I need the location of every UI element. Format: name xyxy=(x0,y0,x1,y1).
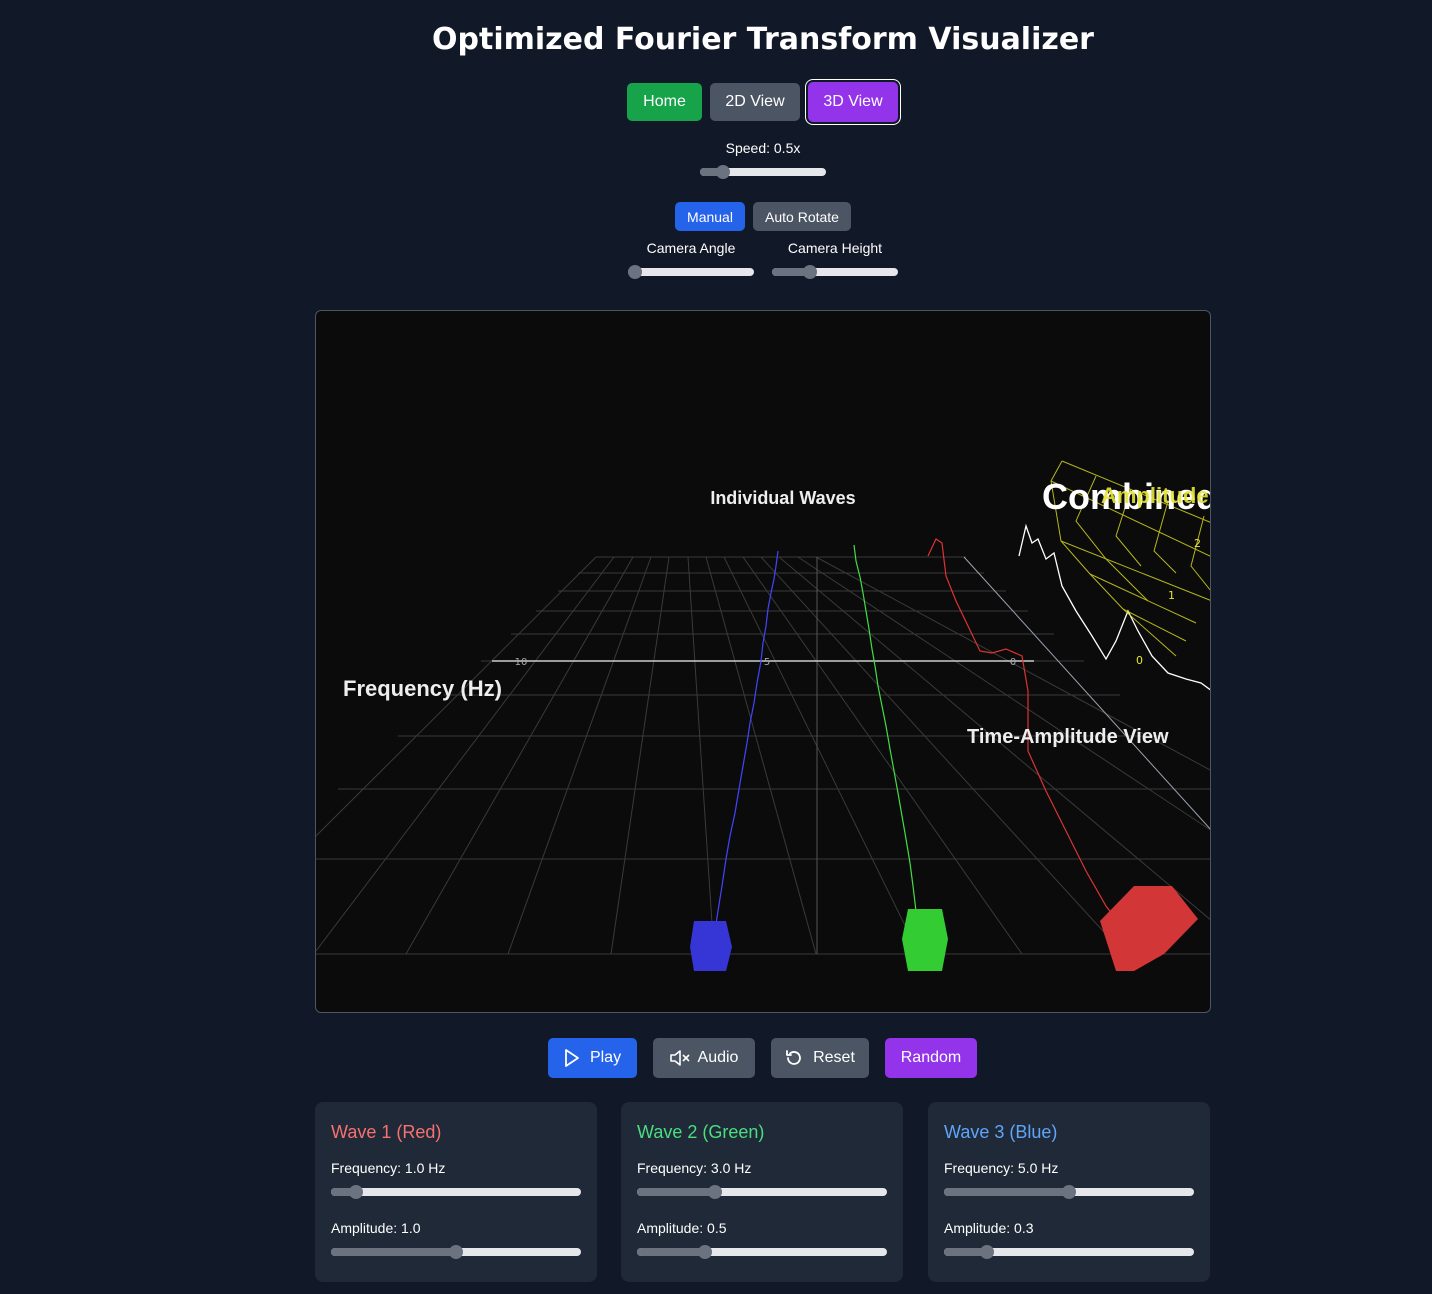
amplitude-label: Amplitude xyxy=(1101,483,1209,508)
random-button[interactable]: Random xyxy=(885,1038,977,1078)
view-2d-button[interactable]: 2D View xyxy=(710,83,800,121)
slider-fill xyxy=(944,1188,1069,1196)
frequency-label: Frequency: 3.0 Hz xyxy=(637,1160,752,1176)
slider-fill xyxy=(331,1248,456,1256)
blue-wave-marker xyxy=(690,921,732,971)
slider-thumb[interactable] xyxy=(803,265,817,279)
reset-button[interactable]: Reset xyxy=(771,1038,869,1078)
wave-panel-red: Wave 1 (Red) Frequency: 1.0 Hz Amplitude… xyxy=(315,1102,597,1282)
amplitude-slider[interactable] xyxy=(944,1245,1194,1259)
reset-label: Reset xyxy=(813,1049,855,1066)
green-wave-marker xyxy=(902,909,948,971)
slider-thumb[interactable] xyxy=(708,1185,722,1199)
play-icon xyxy=(564,1049,580,1067)
play-button[interactable]: Play xyxy=(548,1038,637,1078)
amplitude-label: Amplitude: 0.5 xyxy=(637,1220,727,1236)
3d-scene-canvas[interactable]: 10 5 0 2 1 0 Individual Waves Frequency xyxy=(315,310,1211,1013)
slider-thumb[interactable] xyxy=(980,1245,994,1259)
slider-thumb[interactable] xyxy=(698,1245,712,1259)
wave-panel-blue: Wave 3 (Blue) Frequency: 5.0 Hz Amplitud… xyxy=(928,1102,1210,1282)
amplitude-slider[interactable] xyxy=(331,1245,581,1259)
wave-panel-green: Wave 2 (Green) Frequency: 3.0 Hz Amplitu… xyxy=(621,1102,903,1282)
speed-slider[interactable] xyxy=(700,165,826,179)
scene-svg: 10 5 0 2 1 0 Individual Waves Frequency xyxy=(316,460,1210,971)
wave-title: Wave 1 (Red) xyxy=(331,1122,442,1142)
amplitude-label: Amplitude: 0.3 xyxy=(944,1220,1034,1236)
speed-label: Speed: 0.5x xyxy=(725,140,801,156)
frequency-slider[interactable] xyxy=(637,1185,887,1199)
freq-tick-10: 10 xyxy=(515,657,528,668)
camera-height-slider[interactable] xyxy=(772,265,898,279)
frequency-axis-label: Frequency (Hz) xyxy=(343,676,502,701)
frequency-label: Frequency: 1.0 Hz xyxy=(331,1160,446,1176)
camera-angle-slider[interactable] xyxy=(628,265,754,279)
frequency-label: Frequency: 5.0 Hz xyxy=(944,1160,1059,1176)
manual-camera-button[interactable]: Manual xyxy=(675,202,745,231)
slider-thumb[interactable] xyxy=(349,1185,363,1199)
play-label: Play xyxy=(589,1049,622,1066)
frequency-slider[interactable] xyxy=(944,1185,1194,1199)
amp-tick-1: 1 xyxy=(1168,589,1175,602)
wave-title: Wave 2 (Green) xyxy=(637,1122,765,1142)
audio-button[interactable]: Audio xyxy=(653,1038,755,1078)
time-amplitude-label: Time-Amplitude View xyxy=(967,726,1169,748)
home-button[interactable]: Home xyxy=(627,83,702,121)
slider-thumb[interactable] xyxy=(1062,1185,1076,1199)
red-wave-marker xyxy=(1100,886,1198,971)
wave-title: Wave 3 (Blue) xyxy=(944,1122,1058,1142)
amplitude-label: Amplitude: 1.0 xyxy=(331,1220,421,1236)
blue-wave-line xyxy=(713,550,779,937)
amp-tick-0: 0 xyxy=(1136,654,1143,667)
auto-rotate-button[interactable]: Auto Rotate xyxy=(753,202,851,231)
slider-thumb[interactable] xyxy=(449,1245,463,1259)
amplitude-slider[interactable] xyxy=(637,1245,887,1259)
individual-waves-label: Individual Waves xyxy=(710,488,855,508)
slider-thumb[interactable] xyxy=(716,165,730,179)
amp-tick-2: 2 xyxy=(1194,537,1201,550)
freq-tick-5: 5 xyxy=(764,657,770,668)
audio-label: Audio xyxy=(697,1049,739,1066)
slider-fill xyxy=(637,1188,715,1196)
camera-angle-label: Camera Angle xyxy=(646,240,736,256)
green-wave-line xyxy=(853,544,919,937)
floor-grid xyxy=(316,556,1210,955)
view-3d-button[interactable]: 3D View xyxy=(808,82,898,122)
reset-icon xyxy=(785,1049,803,1067)
page-title: Optimized Fourier Transform Visualizer xyxy=(432,22,1094,57)
volume-mute-icon xyxy=(669,1050,690,1066)
slider-thumb[interactable] xyxy=(628,265,642,279)
camera-height-label: Camera Height xyxy=(787,240,883,256)
slider-fill xyxy=(637,1248,705,1256)
frequency-slider[interactable] xyxy=(331,1185,581,1199)
freq-tick-0: 0 xyxy=(1010,657,1016,668)
combined-wave-line xyxy=(1018,523,1210,691)
